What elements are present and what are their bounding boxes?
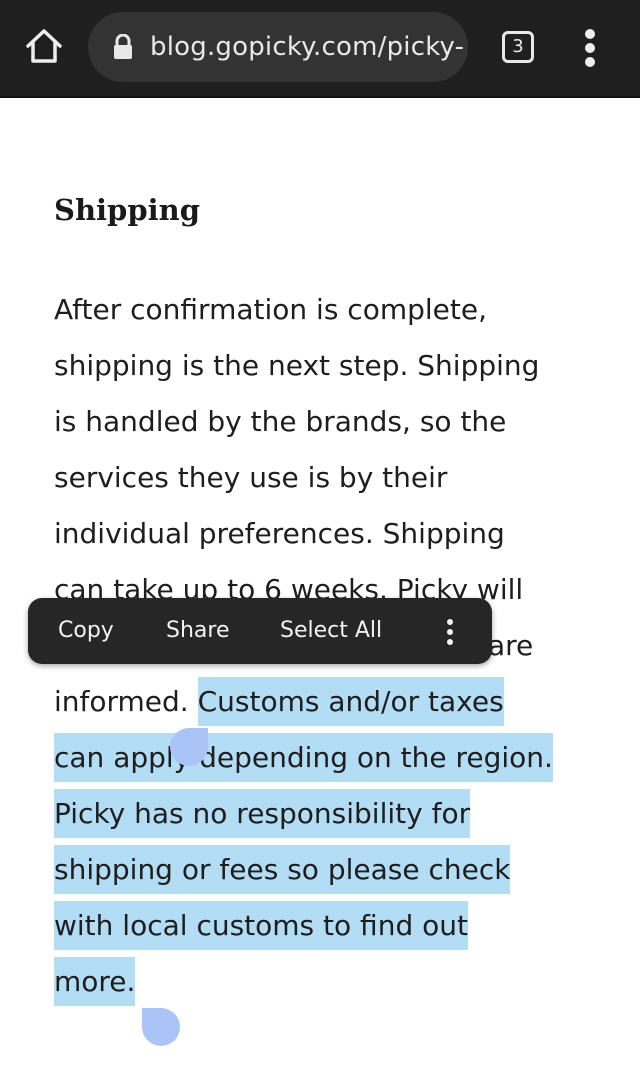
paragraph-line: more. (54, 957, 136, 1006)
paragraph-line: After confirmation is complete, (54, 293, 487, 326)
paragraph-line: informed. Customs and/or taxes (54, 677, 504, 726)
paragraph-line: shipping is the next step. Shipping (54, 349, 540, 382)
more-vertical-icon (447, 619, 453, 625)
lock-icon (114, 34, 132, 59)
selected-text: with local customs to find out (54, 901, 468, 950)
selected-text: shipping or fees so please check (54, 845, 511, 894)
more-vertical-icon (585, 29, 595, 39)
share-button[interactable]: Share (166, 615, 230, 647)
paragraph-line: is handled by the brands, so the (54, 405, 507, 438)
home-button[interactable] (24, 27, 64, 65)
address-bar[interactable]: blog.gopicky.com/picky- (88, 12, 468, 82)
select-all-button[interactable]: Select All (280, 615, 382, 647)
selected-text: Customs and/or taxes (197, 677, 504, 726)
tab-switcher-button[interactable]: 3 (502, 31, 534, 63)
copy-button[interactable]: Copy (58, 615, 114, 647)
section-heading: Shipping (54, 193, 200, 227)
more-options-button[interactable] (445, 619, 455, 645)
browser-toolbar: blog.gopicky.com/picky- 3 (0, 0, 640, 98)
selected-text: Picky has no responsibility for (54, 789, 471, 838)
paragraph-line: Picky has no responsibility for (54, 789, 471, 838)
paragraph-line: shipping or fees so please check (54, 845, 511, 894)
paragraph-line: can apply depending on the region. (54, 733, 553, 782)
paragraph-line: are (488, 629, 534, 662)
selection-end-handle[interactable] (142, 1008, 180, 1046)
home-icon (26, 29, 62, 63)
url-text: blog.gopicky.com/picky- (150, 32, 465, 62)
selected-text: can apply depending on the region. (54, 733, 553, 782)
paragraph-line: services they use is by their (54, 461, 448, 494)
selected-text: more. (54, 957, 136, 1006)
text-selection-toolbar: Copy Share Select All (28, 598, 492, 664)
browser-menu-button[interactable] (582, 29, 598, 69)
paragraph-line: individual preferences. Shipping (54, 517, 505, 550)
paragraph-line: with local customs to find out (54, 901, 468, 950)
selection-start-handle[interactable] (170, 728, 208, 766)
